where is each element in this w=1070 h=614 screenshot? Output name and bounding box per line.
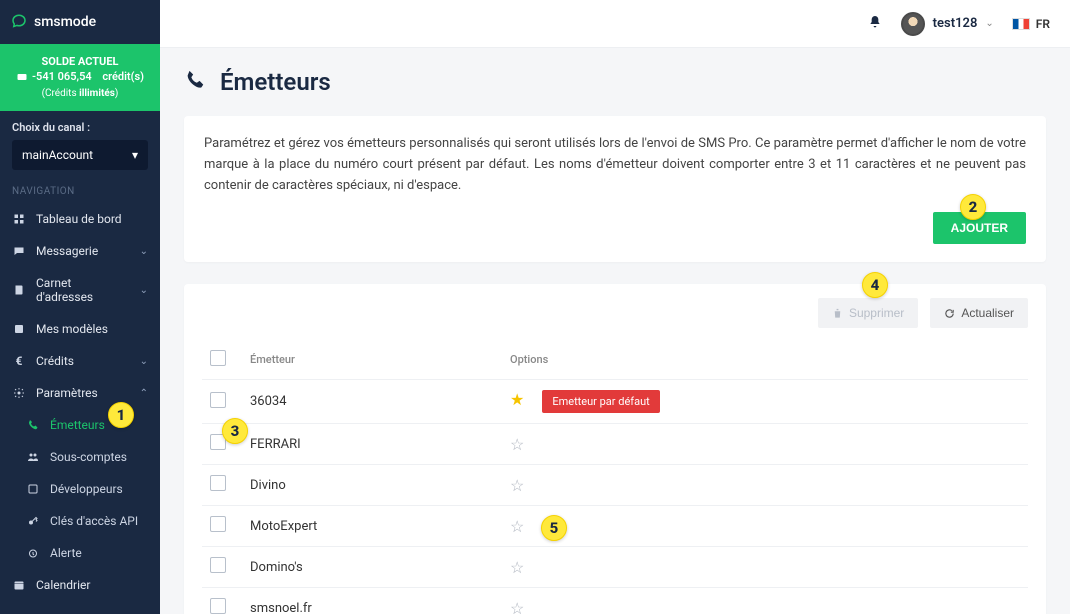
row-sender-name: Domino's xyxy=(242,547,502,588)
row-checkbox[interactable] xyxy=(210,598,226,614)
balance-note: (Crédits illimités) xyxy=(8,87,152,101)
annotation-5: 5 xyxy=(541,515,567,541)
nav-addressbook[interactable]: Carnet d'adresses⌄ xyxy=(0,267,160,313)
lang-switch[interactable]: FR xyxy=(1012,17,1050,31)
row-checkbox[interactable] xyxy=(210,475,226,491)
col-options: Options xyxy=(502,340,1028,380)
bell-icon[interactable] xyxy=(867,14,883,34)
annotation-3: 3 xyxy=(222,418,248,444)
refresh-icon xyxy=(944,308,955,319)
table-row: FERRARI ☆ xyxy=(202,424,1028,465)
star-icon[interactable]: ☆ xyxy=(510,599,524,614)
row-sender-name: 36034 xyxy=(242,380,502,424)
annotation-4: 4 xyxy=(862,272,888,298)
star-icon[interactable]: ☆ xyxy=(510,558,524,577)
nav-settings[interactable]: Paramètres⌃ xyxy=(0,377,160,409)
chevron-down-icon: ⌄ xyxy=(140,246,148,257)
refresh-button[interactable]: Actualiser xyxy=(930,298,1028,328)
nav-calendar[interactable]: Calendrier xyxy=(0,569,160,601)
nav-dashboard[interactable]: Tableau de bord xyxy=(0,203,160,235)
star-icon[interactable]: ☆ xyxy=(510,517,524,536)
clock-icon xyxy=(26,546,40,560)
phone-icon xyxy=(26,418,40,432)
star-icon[interactable]: ★ xyxy=(510,390,524,409)
table-row: Divino ☆ xyxy=(202,465,1028,506)
grid-icon xyxy=(12,212,26,226)
chevron-down-icon: ⌄ xyxy=(985,18,993,29)
chevron-up-icon: ⌃ xyxy=(140,388,148,399)
topbar: test128 ⌄ FR xyxy=(160,0,1070,48)
table-row: 36034 ★ Emetteur par défaut xyxy=(202,380,1028,424)
channel-picker: Choix du canal : mainAccount ▾ xyxy=(0,111,160,170)
table-toolbar: Supprimer Actualiser xyxy=(202,298,1028,328)
intro-text: Paramétrez et gérez vos émetteurs person… xyxy=(204,134,1026,196)
nav-subaccounts[interactable]: Sous-comptes xyxy=(0,441,160,473)
chevron-down-icon: ⌄ xyxy=(140,356,148,367)
balance-title: SOLDE ACTUEL xyxy=(8,54,152,69)
username: test128 xyxy=(933,16,978,31)
row-checkbox[interactable] xyxy=(210,392,226,408)
col-sender: Émetteur xyxy=(242,340,502,380)
brand-row[interactable]: smsmode xyxy=(0,0,160,44)
nav-credits[interactable]: €Crédits⌄ xyxy=(0,345,160,377)
table-row: MotoExpert ☆ xyxy=(202,506,1028,547)
annotation-2: 2 xyxy=(960,194,986,220)
default-badge: Emetteur par défaut xyxy=(542,390,659,413)
row-checkbox[interactable] xyxy=(210,557,226,573)
intro-card: Paramétrez et gérez vos émetteurs person… xyxy=(184,116,1046,262)
channel-select[interactable]: mainAccount ▾ xyxy=(12,140,148,170)
gear-icon xyxy=(12,386,26,400)
phone-icon xyxy=(184,69,206,95)
page-title-row: Émetteurs xyxy=(184,68,1046,96)
user-menu[interactable]: test128 ⌄ xyxy=(901,12,994,36)
row-sender-name: Divino xyxy=(242,465,502,506)
sidebar: smsmode SOLDE ACTUEL -541 065,54 crédit(… xyxy=(0,0,160,614)
brand-icon xyxy=(12,15,26,29)
content: Émetteurs Paramétrez et gérez vos émette… xyxy=(160,48,1070,614)
users-icon xyxy=(26,450,40,464)
select-all-checkbox[interactable] xyxy=(210,350,226,366)
table-row: Domino's ☆ xyxy=(202,547,1028,588)
balance-amount: -541 065,54 crédit(s) xyxy=(8,69,152,87)
nav-messaging[interactable]: Messagerie⌄ xyxy=(0,235,160,267)
channel-label: Choix du canal : xyxy=(12,121,148,134)
row-sender-name: smsnoel.fr xyxy=(242,588,502,614)
nav-alert[interactable]: Alerte xyxy=(0,537,160,569)
avatar xyxy=(901,12,925,36)
chat-icon xyxy=(12,244,26,258)
row-sender-name: FERRARI xyxy=(242,424,502,465)
calendar-icon xyxy=(12,578,26,592)
table-card: Supprimer Actualiser Émetteur Options xyxy=(184,284,1046,614)
credit-icon xyxy=(16,71,28,83)
caret-down-icon: ▾ xyxy=(132,148,138,162)
delete-button[interactable]: Supprimer xyxy=(818,298,918,328)
nav-list: Tableau de bord Messagerie⌄ Carnet d'adr… xyxy=(0,203,160,601)
key-icon xyxy=(26,514,40,528)
euro-icon: € xyxy=(12,354,26,368)
brand-text: smsmode xyxy=(34,14,96,30)
template-icon xyxy=(12,322,26,336)
nav-apikeys[interactable]: Clés d'accès API xyxy=(0,505,160,537)
nav-developers[interactable]: Développeurs xyxy=(0,473,160,505)
annotation-1: 1 xyxy=(108,402,134,428)
code-icon xyxy=(26,482,40,496)
main-area: test128 ⌄ FR Émetteurs Paramétrez et gér… xyxy=(160,0,1070,614)
balance-box: SOLDE ACTUEL -541 065,54 crédit(s) (Créd… xyxy=(0,44,160,111)
book-icon xyxy=(12,283,26,297)
row-sender-name: MotoExpert xyxy=(242,506,502,547)
flag-fr-icon xyxy=(1012,18,1030,30)
trash-icon xyxy=(832,308,843,319)
page-title: Émetteurs xyxy=(220,68,331,96)
nav-section-label: NAVIGATION xyxy=(0,170,160,203)
table-row: smsnoel.fr ☆ xyxy=(202,588,1028,614)
row-checkbox[interactable] xyxy=(210,516,226,532)
star-icon[interactable]: ☆ xyxy=(510,435,524,454)
nav-templates[interactable]: Mes modèles xyxy=(0,313,160,345)
senders-table: Émetteur Options 36034 ★ Emetteur par défa… xyxy=(202,340,1028,614)
star-icon[interactable]: ☆ xyxy=(510,476,524,495)
nav-senders[interactable]: Émetteurs xyxy=(0,409,160,441)
chevron-down-icon: ⌄ xyxy=(140,285,148,296)
